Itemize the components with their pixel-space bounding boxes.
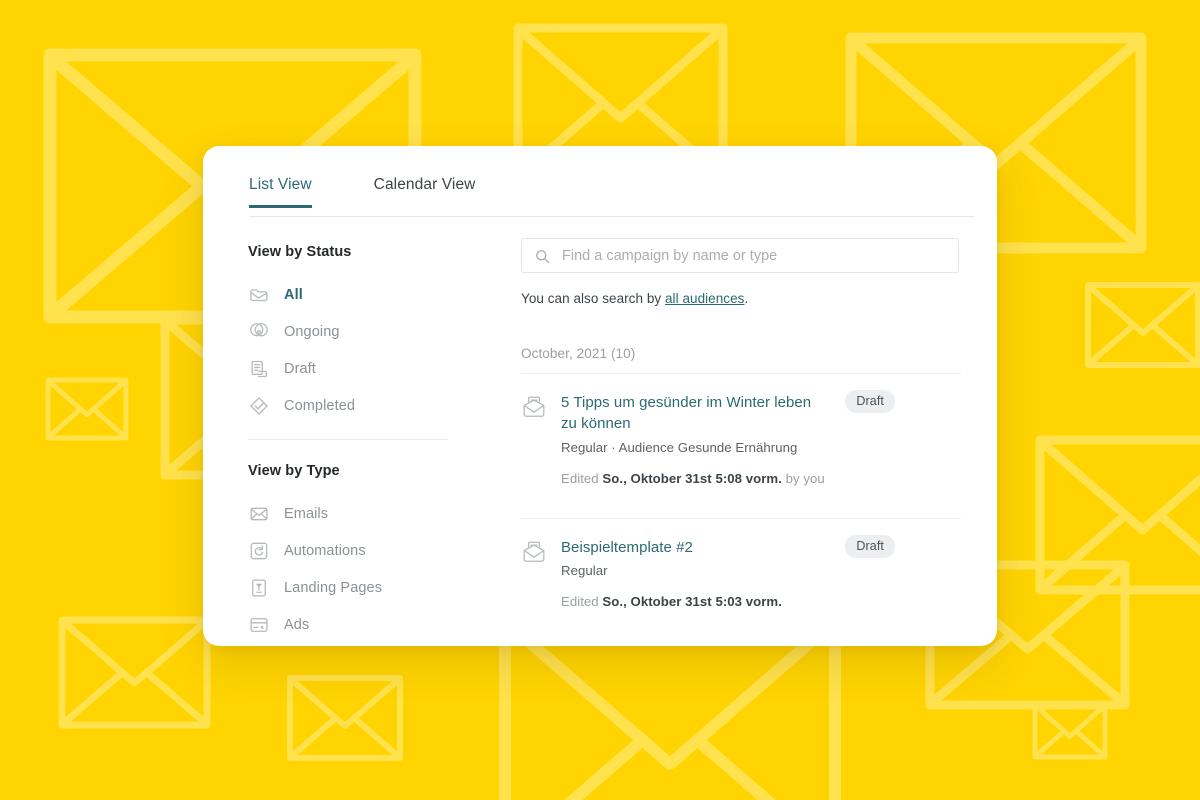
campaign-subtitle: Regular · Audience Gesunde Ernährung — [561, 439, 798, 455]
envelope-icon — [248, 503, 270, 525]
campaign-edited: Edited So., Oktober 31st 5:08 vorm. by y… — [561, 467, 829, 490]
sidebar-item-all[interactable]: All — [248, 276, 453, 313]
campaign-subtitle: Regular — [561, 562, 608, 578]
filters-sidebar: View by Status All Ongoing Draft Complet… — [248, 244, 453, 643]
search-icon — [534, 248, 551, 265]
campaign-title[interactable]: 5 Tipps um gesünder im Winter leben zu k… — [561, 392, 829, 435]
search-hint: You can also search by all audiences. — [521, 291, 961, 306]
table-row[interactable]: Beispieltemplate #2 Regular Edited So., … — [521, 519, 961, 629]
ads-icon — [248, 614, 270, 636]
sidebar-item-ads[interactable]: Ads — [248, 606, 453, 643]
open-envelope-letter-icon — [521, 539, 547, 565]
folder-mail-icon — [248, 284, 270, 306]
sidebar-item-label: Draft — [284, 360, 316, 377]
sidebar-item-emails[interactable]: Emails — [248, 495, 453, 532]
tab-list-view[interactable]: List View — [249, 176, 312, 208]
edited-suffix: by you — [781, 470, 825, 486]
campaign-list-panel: You can also search by all audiences. Oc… — [521, 238, 961, 629]
campaign-details: 5 Tipps um gesünder im Winter leben zu k… — [561, 392, 829, 490]
sidebar-item-label: All — [284, 286, 303, 303]
automation-refresh-icon — [248, 540, 270, 562]
status-badge: Draft — [845, 534, 895, 558]
sidebar-item-label: Automations — [284, 542, 366, 559]
sidebar-item-automations[interactable]: Automations — [248, 532, 453, 569]
sidebar-item-label: Ongoing — [284, 323, 340, 340]
open-envelope-letter-icon — [521, 394, 547, 420]
edited-date: So., Oktober 31st 5:03 vorm. — [602, 593, 782, 609]
ongoing-atom-icon — [248, 321, 270, 343]
edited-prefix: Edited — [561, 593, 603, 609]
hint-prefix: You can also search by — [521, 291, 665, 306]
status-badge: Draft — [845, 390, 895, 413]
edited-prefix: Edited — [561, 470, 603, 486]
sidebar-item-label: Landing Pages — [284, 579, 383, 596]
hint-suffix: . — [744, 291, 749, 306]
sidebar-item-label: Completed — [284, 397, 356, 414]
sidebar-item-landing-pages[interactable]: Landing Pages — [248, 569, 453, 606]
view-by-type-heading: View by Type — [248, 463, 340, 479]
view-tabs: List View Calendar View — [249, 176, 975, 217]
campaign-title[interactable]: Beispieltemplate #2 — [561, 537, 829, 558]
month-group-label: October, 2021 (10) — [521, 346, 636, 361]
search-box[interactable] — [521, 238, 959, 273]
edited-date: So., Oktober 31st 5:08 vorm. — [602, 470, 782, 486]
sidebar-item-label: Emails — [284, 505, 329, 522]
sidebar-item-ongoing[interactable]: Ongoing — [248, 313, 453, 350]
landing-page-icon — [248, 577, 270, 599]
campaign-edited: Edited So., Oktober 31st 5:03 vorm. — [561, 590, 829, 613]
table-row[interactable]: 5 Tipps um gesünder im Winter leben zu k… — [521, 374, 961, 506]
sidebar-item-label: Ads — [284, 616, 310, 633]
completed-check-icon — [248, 395, 270, 417]
campaign-details: Beispieltemplate #2 Regular Edited So., … — [561, 537, 829, 613]
page-root: List View Calendar View View by Status A… — [0, 0, 1200, 800]
sidebar-divider — [248, 439, 448, 440]
view-by-status-heading: View by Status — [248, 244, 352, 260]
draft-document-icon — [248, 358, 270, 380]
tab-calendar-view[interactable]: Calendar View — [374, 176, 476, 205]
sidebar-item-completed[interactable]: Completed — [248, 387, 453, 424]
all-audiences-link[interactable]: all audiences — [665, 291, 744, 306]
sidebar-item-draft[interactable]: Draft — [248, 350, 453, 387]
search-input[interactable] — [522, 239, 958, 272]
